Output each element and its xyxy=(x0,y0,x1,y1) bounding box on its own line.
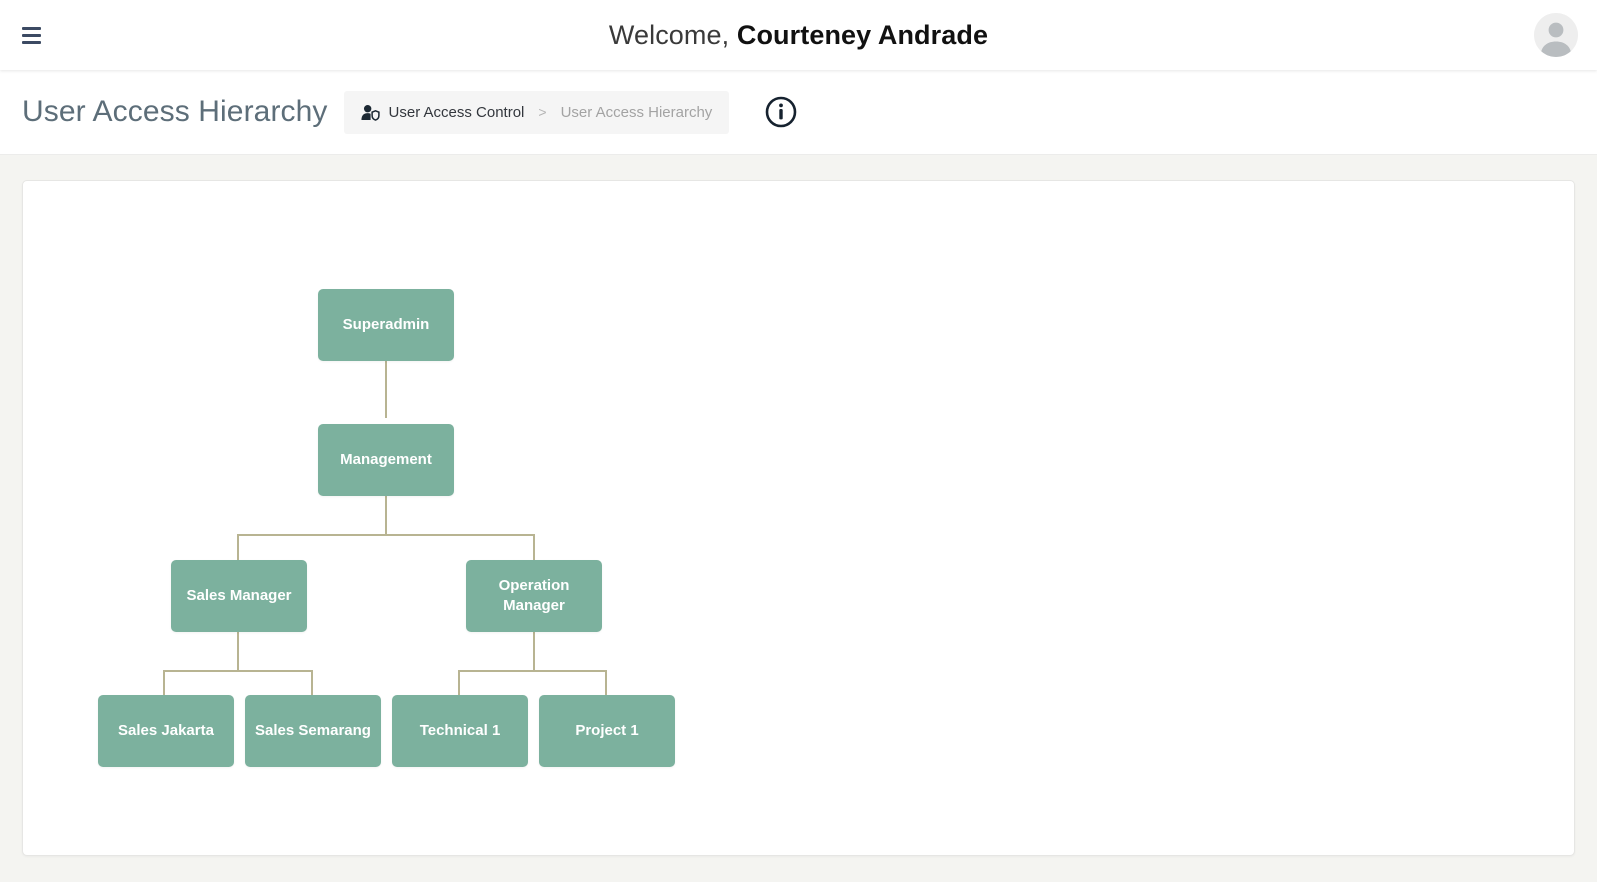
org-node-sales-manager[interactable]: Sales Manager xyxy=(171,560,307,632)
breadcrumb: User Access Control > User Access Hierar… xyxy=(343,90,730,134)
connector-management-stem xyxy=(385,496,387,534)
org-node-sales-jakarta[interactable]: Sales Jakarta xyxy=(98,695,234,767)
connector-superadmin-management xyxy=(385,361,387,418)
breadcrumb-item-current: User Access Hierarchy xyxy=(560,103,713,121)
hierarchy-scroll-container[interactable]: Superadmin Management Sales Manager Oper… xyxy=(23,181,1574,855)
breadcrumb-item-user-access-control[interactable]: User Access Control xyxy=(389,104,525,121)
welcome-message: Welcome, Courteney Andrade xyxy=(0,19,1597,50)
connector-operation-manager-stem xyxy=(533,632,535,670)
org-node-management[interactable]: Management xyxy=(318,424,454,496)
connector-sales-manager-stem xyxy=(237,632,239,670)
hamburger-bar-1 xyxy=(21,26,41,30)
hamburger-bar-3 xyxy=(21,40,41,44)
connector-management-bar xyxy=(237,534,535,536)
content-area: Superadmin Management Sales Manager Oper… xyxy=(0,155,1597,882)
org-node-superadmin[interactable]: Superadmin xyxy=(318,289,454,361)
breadcrumb-separator: > xyxy=(538,104,547,120)
hamburger-bar-2 xyxy=(21,33,41,37)
connector-sales-manager-bar xyxy=(163,670,313,672)
org-node-project-1[interactable]: Project 1 xyxy=(539,695,675,767)
hamburger-menu-icon[interactable] xyxy=(14,18,48,52)
page-title: User Access Hierarchy xyxy=(22,95,328,128)
welcome-user-name: Courteney Andrade xyxy=(736,19,989,50)
user-shield-icon xyxy=(360,104,380,121)
org-node-sales-semarang[interactable]: Sales Semarang xyxy=(245,695,381,767)
org-node-technical-1[interactable]: Technical 1 xyxy=(392,695,528,767)
user-avatar-icon[interactable] xyxy=(1534,13,1578,57)
org-node-operation-manager[interactable]: Operation Manager xyxy=(466,560,602,632)
connector-operation-manager-bar xyxy=(458,670,607,672)
org-chart: Superadmin Management Sales Manager Oper… xyxy=(23,181,1563,851)
top-header-bar: Welcome, Courteney Andrade xyxy=(0,0,1597,70)
hierarchy-card: Superadmin Management Sales Manager Oper… xyxy=(22,180,1575,856)
page-subheader: User Access Hierarchy User Access Contro… xyxy=(0,70,1597,155)
info-circle-icon[interactable] xyxy=(764,95,798,129)
welcome-prefix: Welcome, xyxy=(608,19,730,50)
